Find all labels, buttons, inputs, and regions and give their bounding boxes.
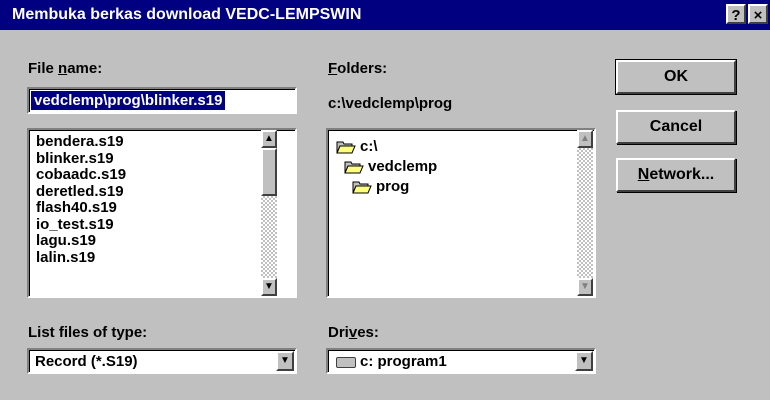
window-title: Membuka berkas download VEDC-LEMPSWIN: [12, 6, 362, 23]
file-type-value: Record (*.S19): [35, 353, 138, 370]
folder-name: vedclemp: [368, 158, 438, 175]
folder-tree-scrollbar[interactable]: ▲ ▼: [577, 130, 593, 296]
file-list-item[interactable]: deretled.s19: [31, 183, 261, 201]
drives-value: c: program1: [360, 353, 447, 370]
file-list-item[interactable]: lagu.s19: [31, 232, 261, 250]
folder-scroll-down-button[interactable]: ▼: [577, 278, 593, 296]
file-list-item[interactable]: blinker.s19: [31, 150, 261, 168]
network-button[interactable]: Network...: [616, 158, 736, 192]
scroll-up-icon: ▲: [264, 133, 274, 144]
drives-dropdown-button[interactable]: ▼: [575, 351, 593, 371]
scroll-down-button[interactable]: ▼: [261, 278, 277, 296]
folder-tree-item[interactable]: prog: [352, 178, 409, 195]
folders-label: Folders:: [328, 60, 388, 77]
folder-tree-item[interactable]: vedclemp: [344, 158, 437, 175]
current-path: c:\vedclemp\prog: [328, 95, 453, 112]
file-type-dropdown-button[interactable]: ▼: [276, 351, 294, 371]
scroll-thumb[interactable]: [261, 148, 277, 196]
folder-name: prog: [376, 178, 410, 195]
folder-scroll-track[interactable]: [577, 148, 593, 278]
file-list-item[interactable]: flash40.s19: [31, 199, 261, 217]
scroll-down-icon: ▼: [580, 281, 590, 292]
drive-icon: [336, 357, 356, 368]
ok-button[interactable]: OK: [615, 59, 737, 95]
open-folder-icon: [352, 180, 372, 194]
file-name-value: vedclemp\prog\blinker.s19: [31, 91, 226, 110]
file-list-item[interactable]: bendera.s19: [31, 133, 261, 151]
folder-name: c:\: [360, 138, 378, 155]
open-folder-icon: [344, 160, 364, 174]
title-bar[interactable]: Membuka berkas download VEDC-LEMPSWIN ? …: [0, 0, 770, 30]
file-type-select[interactable]: Record (*.S19) ▼: [27, 348, 297, 374]
chevron-down-icon: ▼: [579, 355, 589, 366]
folder-tree-items: c:\ vedclemp prog: [328, 130, 568, 296]
drives-select[interactable]: c: program1 ▼: [326, 348, 596, 374]
close-icon: ×: [753, 7, 763, 24]
scroll-up-button[interactable]: ▲: [261, 130, 277, 148]
file-list-item[interactable]: lalin.s19: [31, 249, 261, 267]
file-type-label: List files of type:: [28, 324, 148, 341]
file-name-input[interactable]: vedclemp\prog\blinker.s19: [27, 87, 297, 114]
cancel-button[interactable]: Cancel: [616, 110, 736, 144]
file-list[interactable]: bendera.s19 blinker.s19 cobaadc.s19 deretle…: [27, 128, 297, 298]
file-name-label: File name:: [28, 60, 103, 77]
file-list-item[interactable]: io_test.s19: [31, 216, 261, 234]
drives-label: Drives:: [328, 324, 379, 341]
folder-scroll-up-button[interactable]: ▲: [577, 130, 593, 148]
folder-tree-item[interactable]: c:\: [336, 138, 378, 155]
folder-tree[interactable]: c:\ vedclemp prog ▲ ▼: [326, 128, 596, 298]
chevron-down-icon: ▼: [280, 355, 290, 366]
file-list-items: bendera.s19 blinker.s19 cobaadc.s19 deretle…: [31, 133, 261, 267]
scroll-up-icon: ▲: [580, 133, 590, 144]
scroll-down-icon: ▼: [264, 281, 274, 292]
close-button[interactable]: ×: [748, 4, 768, 24]
help-icon: ?: [731, 7, 741, 24]
open-folder-icon: [336, 140, 356, 154]
help-button[interactable]: ?: [726, 4, 746, 24]
file-list-item[interactable]: cobaadc.s19: [31, 166, 261, 184]
file-list-scrollbar[interactable]: ▲ ▼: [261, 130, 277, 296]
